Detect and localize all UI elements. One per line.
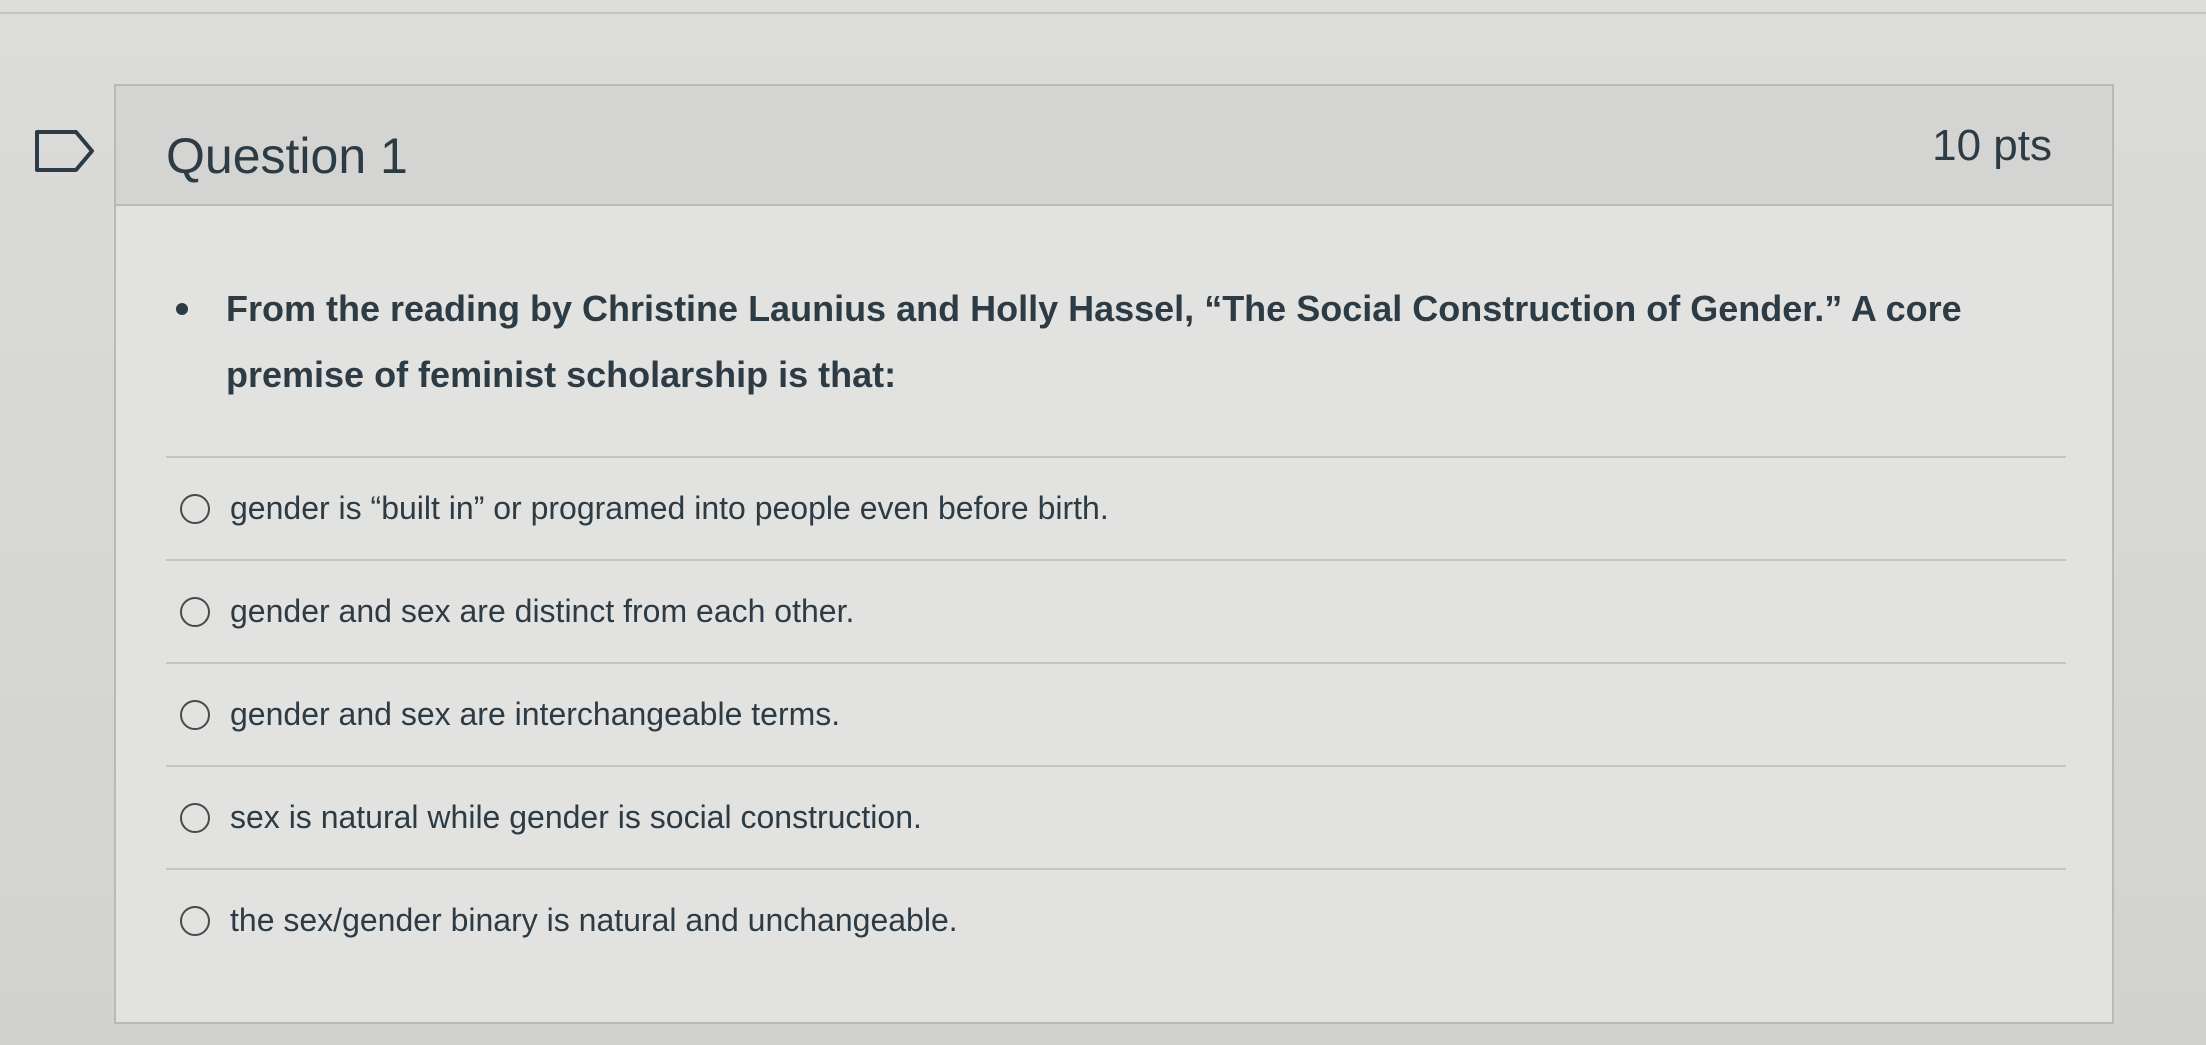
answer-option-5[interactable]: the sex/gender binary is natural and unc…	[166, 868, 2066, 971]
radio-button[interactable]	[180, 803, 210, 833]
bullet-icon	[176, 303, 188, 315]
answer-option-3[interactable]: gender and sex are interchangeable terms…	[166, 662, 2066, 765]
radio-button[interactable]	[180, 906, 210, 936]
flag-icon[interactable]	[34, 129, 96, 173]
question-prompt: From the reading by Christine Launius an…	[176, 276, 2076, 408]
question-prompt-text: From the reading by Christine Launius an…	[226, 288, 1962, 395]
top-divider	[0, 12, 2206, 14]
answer-list: gender is “built in” or programed into p…	[166, 456, 2066, 971]
question-points: 10 pts	[1932, 121, 2052, 170]
answer-label[interactable]: gender and sex are interchangeable terms…	[230, 692, 840, 736]
radio-button[interactable]	[180, 700, 210, 730]
answer-option-2[interactable]: gender and sex are distinct from each ot…	[166, 559, 2066, 662]
answer-label[interactable]: the sex/gender binary is natural and unc…	[230, 898, 958, 942]
question-card: Question 1 10 pts From the reading by Ch…	[114, 84, 2114, 1024]
answer-option-4[interactable]: sex is natural while gender is social co…	[166, 765, 2066, 868]
question-title: Question 1	[166, 128, 408, 184]
answer-label[interactable]: sex is natural while gender is social co…	[230, 795, 922, 839]
answer-label[interactable]: gender is “built in” or programed into p…	[230, 486, 1109, 530]
answer-option-1[interactable]: gender is “built in” or programed into p…	[166, 456, 2066, 559]
radio-button[interactable]	[180, 597, 210, 627]
answer-label[interactable]: gender and sex are distinct from each ot…	[230, 589, 854, 633]
radio-button[interactable]	[180, 494, 210, 524]
question-header: Question 1 10 pts	[116, 86, 2112, 206]
